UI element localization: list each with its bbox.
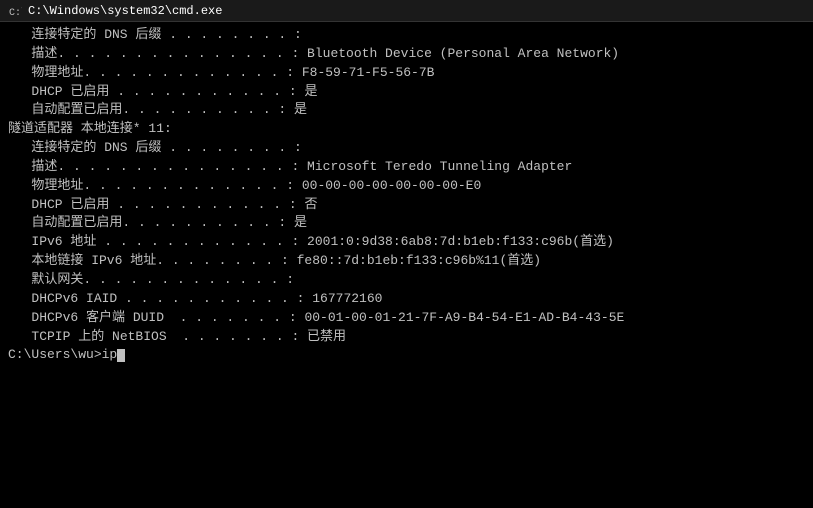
terminal-line: C:\Users\wu>ip xyxy=(8,346,805,365)
terminal-line: DHCPv6 IAID . . . . . . . . . . . : 1677… xyxy=(8,290,805,309)
terminal-line: DHCP 已启用 . . . . . . . . . . . : 否 xyxy=(8,196,805,215)
terminal-line: 描述. . . . . . . . . . . . . . . : Blueto… xyxy=(8,45,805,64)
terminal-line: 自动配置已启用. . . . . . . . . . : 是 xyxy=(8,214,805,233)
terminal-line: 物理地址. . . . . . . . . . . . . : 00-00-00… xyxy=(8,177,805,196)
title-bar-text: C:\Windows\system32\cmd.exe xyxy=(28,4,222,18)
svg-text:C:\: C:\ xyxy=(9,7,22,18)
terminal-line: IPv6 地址 . . . . . . . . . . . . : 2001:0… xyxy=(8,233,805,252)
terminal-line: 物理地址. . . . . . . . . . . . . : F8-59-71… xyxy=(8,64,805,83)
terminal-body: 连接特定的 DNS 后缀 . . . . . . . . : 描述. . . .… xyxy=(0,22,813,508)
terminal-line: 连接特定的 DNS 后缀 . . . . . . . . : xyxy=(8,26,805,45)
terminal-line: DHCP 已启用 . . . . . . . . . . . : 是 xyxy=(8,83,805,102)
title-bar: C:\ C:\Windows\system32\cmd.exe xyxy=(0,0,813,22)
cmd-icon: C:\ xyxy=(8,4,22,18)
terminal-line: DHCPv6 客户端 DUID . . . . . . . : 00-01-00… xyxy=(8,309,805,328)
terminal-line: TCPIP 上的 NetBIOS . . . . . . . : 已禁用 xyxy=(8,328,805,347)
terminal-line: 本地链接 IPv6 地址. . . . . . . . : fe80::7d:b… xyxy=(8,252,805,271)
terminal-line: 描述. . . . . . . . . . . . . . . : Micros… xyxy=(8,158,805,177)
terminal-line: 自动配置已启用. . . . . . . . . . : 是 xyxy=(8,101,805,120)
terminal-line: 默认网关. . . . . . . . . . . . . : xyxy=(8,271,805,290)
terminal-line: 隧道适配器 本地连接* 11: xyxy=(8,120,805,139)
cursor xyxy=(117,349,125,362)
terminal-line: 连接特定的 DNS 后缀 . . . . . . . . : xyxy=(8,139,805,158)
